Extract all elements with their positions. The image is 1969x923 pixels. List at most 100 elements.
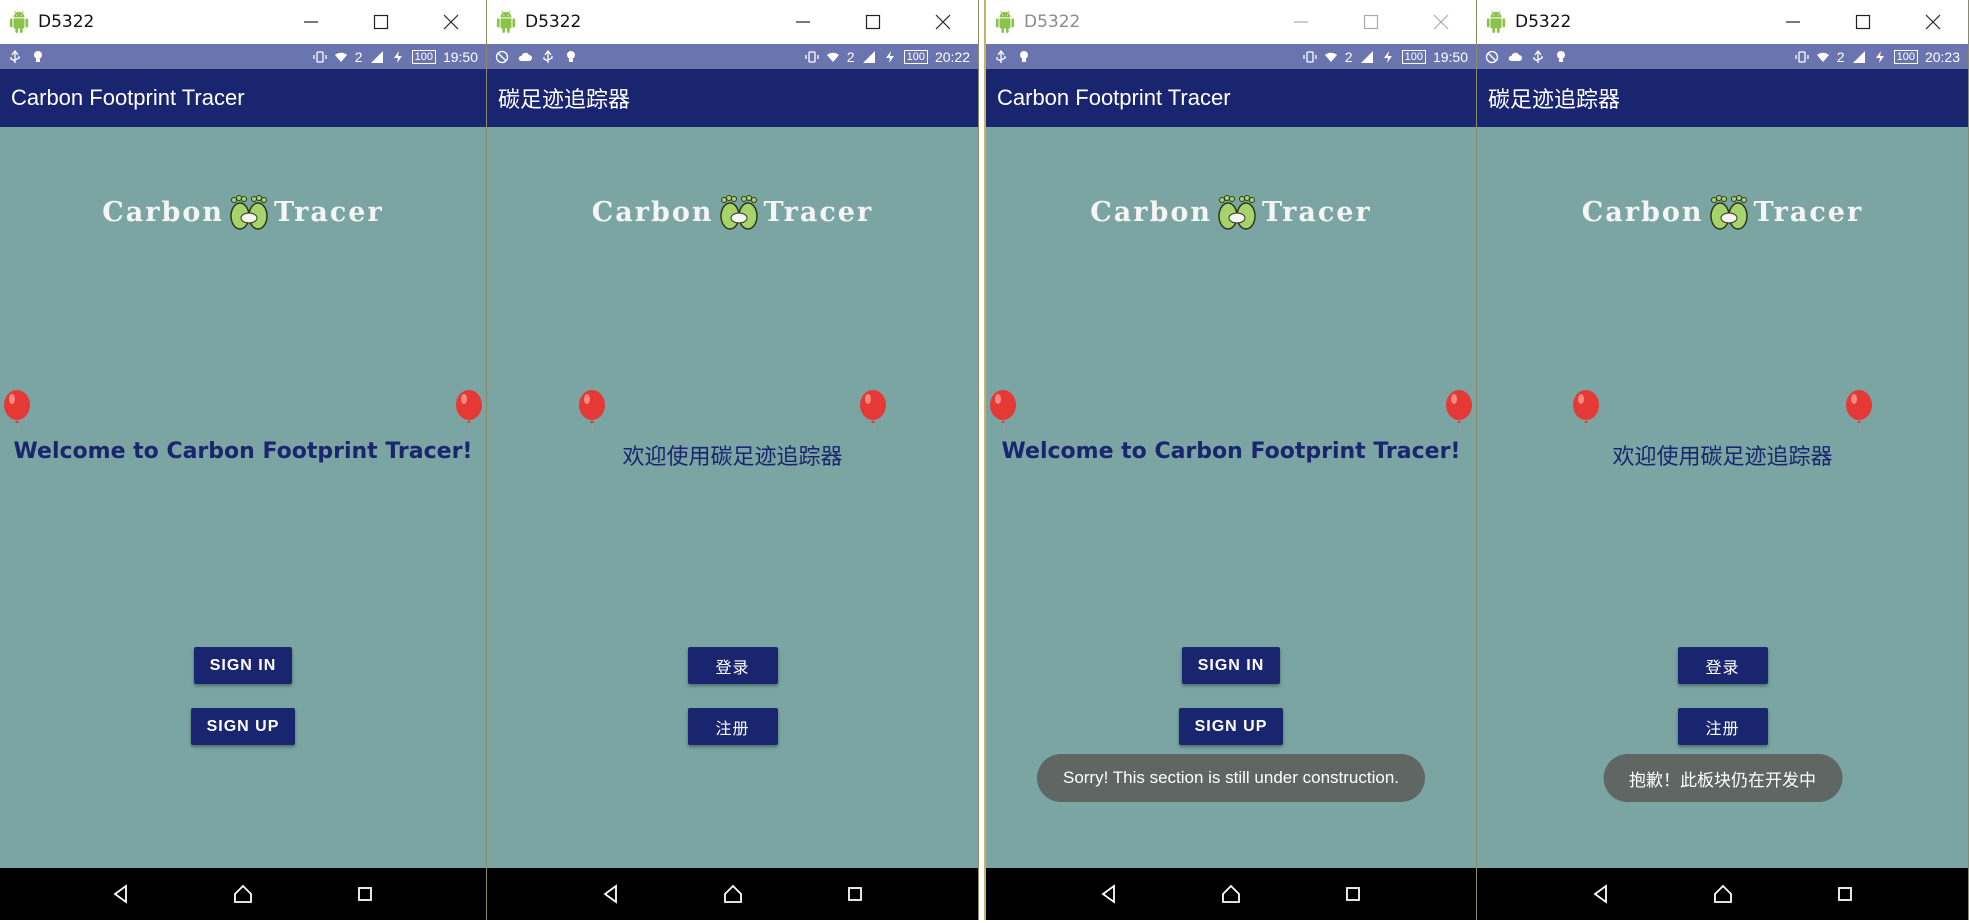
home-button[interactable] xyxy=(1170,868,1292,920)
close-icon xyxy=(443,14,459,30)
battery-level: 100 xyxy=(411,49,436,64)
app-title: 碳足迹追踪器 xyxy=(1488,87,1621,112)
device-screen: 2 100 20:23 碳足迹追踪器 Carbon Tracer 欢迎使用碳足迹… xyxy=(1477,44,1968,920)
maximize-icon xyxy=(1363,14,1379,30)
no-sync-icon xyxy=(495,50,509,63)
emulator-window-4: D5322 2 100 20:23 碳足迹追踪器 Carbon Tracer 欢… xyxy=(1477,0,1969,920)
emulator-window-3: D5322 2 100 19:50 Carbon Footprint Trace… xyxy=(984,0,1477,920)
logo-word-left: Carbon xyxy=(1581,196,1704,228)
balloon-icon xyxy=(1846,390,1872,435)
home-icon xyxy=(1222,884,1240,903)
close-button[interactable] xyxy=(908,0,978,44)
logo-word-right: Tracer xyxy=(763,196,874,228)
nav-bar xyxy=(1477,868,1968,920)
back-button[interactable] xyxy=(550,868,672,920)
battery-level: 100 xyxy=(903,49,928,64)
recents-button[interactable] xyxy=(794,868,916,920)
nav-bar xyxy=(986,868,1476,920)
home-icon xyxy=(1713,884,1732,903)
footprints-icon xyxy=(1218,195,1256,230)
sign-up-button[interactable]: 注册 xyxy=(1677,708,1768,745)
wifi-icon xyxy=(1324,52,1337,62)
home-button[interactable] xyxy=(182,868,304,920)
recents-button[interactable] xyxy=(1784,868,1906,920)
close-button[interactable] xyxy=(1898,0,1968,44)
sign-in-button[interactable]: 登录 xyxy=(1677,647,1768,684)
recents-button[interactable] xyxy=(1292,868,1414,920)
logo-word-left: Carbon xyxy=(591,196,714,228)
minimize-button[interactable] xyxy=(1266,0,1336,44)
minimize-button[interactable] xyxy=(276,0,346,44)
vibrate-icon xyxy=(1303,50,1317,63)
battery-level: 100 xyxy=(1893,49,1918,64)
recents-icon xyxy=(358,887,372,901)
sign-in-button[interactable]: 登录 xyxy=(687,647,778,684)
sign-in-button[interactable]: SIGN IN xyxy=(194,647,292,684)
sign-in-button[interactable]: SIGN IN xyxy=(1182,647,1280,684)
vibrate-icon xyxy=(313,50,327,63)
status-time: 19:50 xyxy=(442,48,478,65)
welcome-message: Welcome to Carbon Footprint Tracer! xyxy=(1001,439,1461,464)
balloon-icon xyxy=(4,390,30,435)
status-bar: 2 100 20:22 xyxy=(487,44,978,69)
back-button[interactable] xyxy=(1048,868,1170,920)
status-time: 19:50 xyxy=(1432,48,1468,65)
back-icon xyxy=(1101,884,1115,904)
home-icon xyxy=(234,884,252,903)
android-icon xyxy=(1486,11,1506,33)
app-bar: 碳足迹追踪器 xyxy=(1477,69,1968,127)
balloon-icon xyxy=(1446,390,1472,435)
footprints-icon xyxy=(230,195,268,230)
maximize-button[interactable] xyxy=(1336,0,1406,44)
footprints-icon xyxy=(1709,195,1748,230)
home-button[interactable] xyxy=(672,868,794,920)
window-titlebar[interactable]: D5322 xyxy=(487,0,978,44)
maximize-button[interactable] xyxy=(1828,0,1898,44)
main-content: Carbon Tracer 欢迎使用碳足迹追踪器 登录 注册 xyxy=(487,127,978,868)
device-screen: 2 100 19:50 Carbon Footprint Tracer Carb… xyxy=(0,44,486,920)
signal-icon xyxy=(370,50,383,63)
maximize-icon xyxy=(1855,14,1871,30)
balloon-icon xyxy=(860,390,886,435)
recents-icon xyxy=(1346,887,1360,901)
home-button[interactable] xyxy=(1662,868,1784,920)
window-titlebar[interactable]: D5322 xyxy=(986,0,1476,44)
minimize-button[interactable] xyxy=(768,0,838,44)
charging-icon xyxy=(393,50,402,63)
app-bar: Carbon Footprint Tracer xyxy=(986,69,1476,127)
usb-icon xyxy=(10,49,20,63)
emulator-window-2: D5322 2 100 20:22 碳足迹追踪器 Carbon Tracer 欢… xyxy=(487,0,979,920)
charging-icon xyxy=(1383,50,1392,63)
window-title: D5322 xyxy=(38,12,95,32)
back-icon xyxy=(602,884,617,904)
maximize-icon xyxy=(865,14,881,30)
recents-button[interactable] xyxy=(304,868,426,920)
recents-icon xyxy=(847,887,862,901)
window-title: D5322 xyxy=(1024,12,1081,32)
sim-slot-indicator: 2 xyxy=(846,48,855,65)
balloon-icon xyxy=(579,390,605,435)
back-button[interactable] xyxy=(1540,868,1662,920)
carbon-tracer-logo: Carbon Tracer xyxy=(487,187,978,237)
sign-up-button[interactable]: SIGN UP xyxy=(191,708,295,745)
cloud-icon xyxy=(518,52,532,61)
main-content: Carbon Tracer Welcome to Carbon Footprin… xyxy=(0,127,486,868)
close-button[interactable] xyxy=(416,0,486,44)
welcome-message: 欢迎使用碳足迹追踪器 xyxy=(1612,445,1833,470)
close-button[interactable] xyxy=(1406,0,1476,44)
status-bar: 2 100 20:23 xyxy=(1477,44,1968,69)
no-sync-icon xyxy=(1485,50,1499,63)
carbon-tracer-logo: Carbon Tracer xyxy=(0,187,486,237)
signal-icon xyxy=(862,50,875,63)
maximize-button[interactable] xyxy=(838,0,908,44)
minimize-button[interactable] xyxy=(1758,0,1828,44)
back-button[interactable] xyxy=(60,868,182,920)
app-title: Carbon Footprint Tracer xyxy=(997,85,1231,110)
sign-up-button[interactable]: 注册 xyxy=(687,708,778,745)
minimize-icon xyxy=(796,21,810,23)
window-titlebar[interactable]: D5322 xyxy=(0,0,486,44)
sign-up-button[interactable]: SIGN UP xyxy=(1179,708,1283,745)
maximize-button[interactable] xyxy=(346,0,416,44)
window-titlebar[interactable]: D5322 xyxy=(1477,0,1968,44)
cloud-icon xyxy=(1508,52,1522,61)
